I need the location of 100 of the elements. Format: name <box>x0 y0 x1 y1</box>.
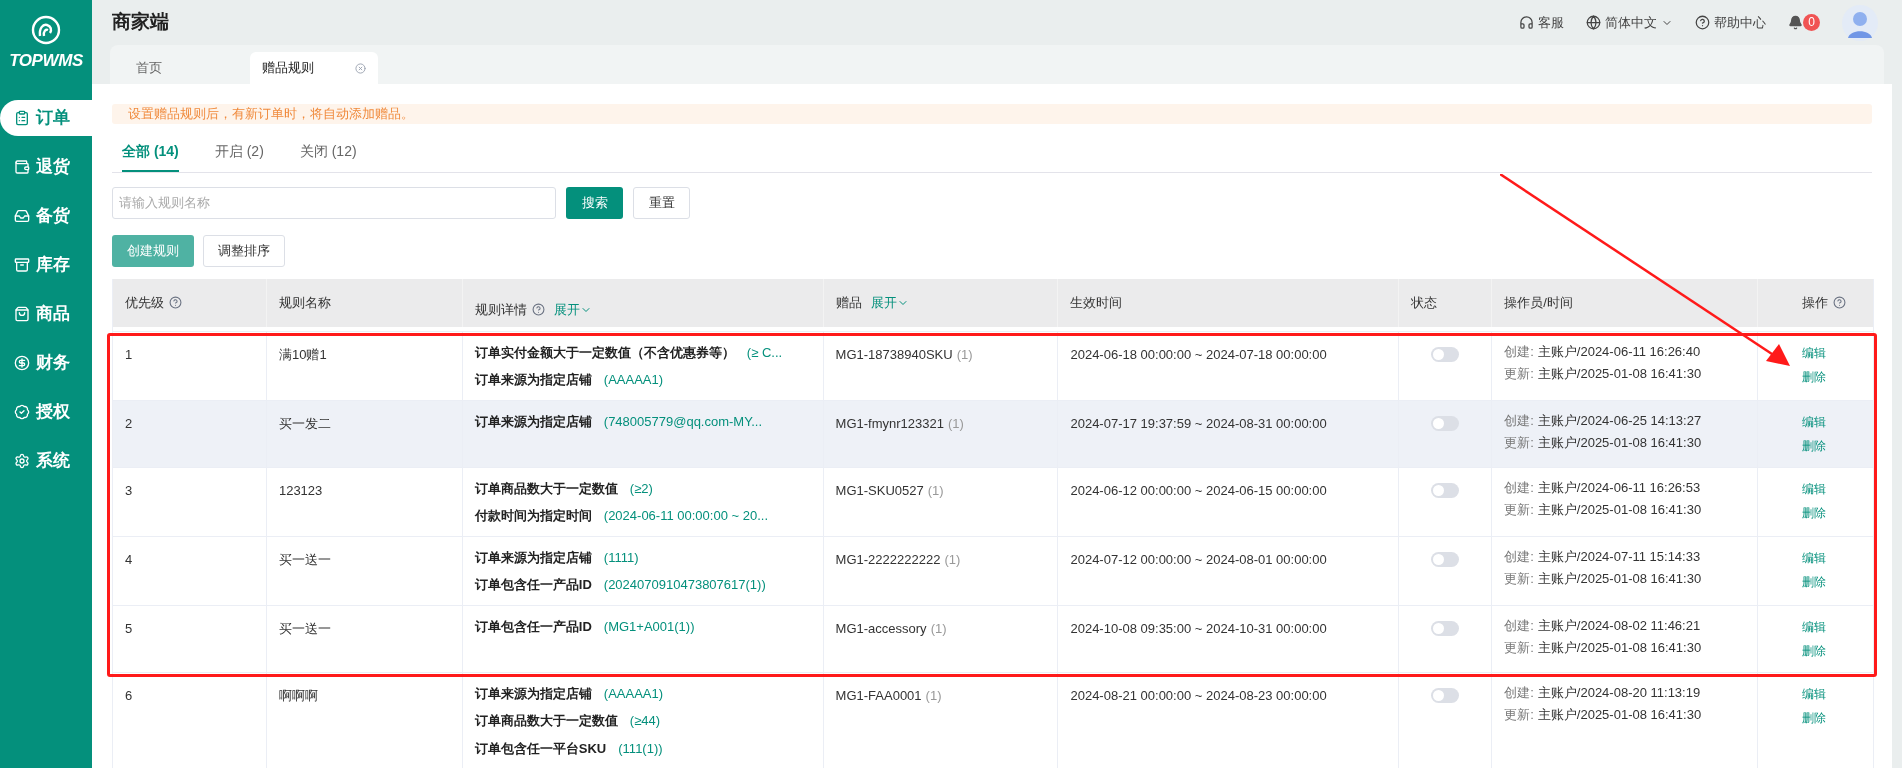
created-info: 主账户/2024-06-11 16:26:53 <box>1537 478 1701 497</box>
avatar-icon[interactable] <box>1842 4 1878 41</box>
headset-icon <box>1519 15 1535 30</box>
delete-link[interactable]: 删除 <box>1802 503 1827 522</box>
status-tab[interactable]: 全部 (14) <box>122 140 179 172</box>
created-label: 创建: <box>1504 411 1534 430</box>
expand-link[interactable]: 展开 <box>870 292 909 313</box>
status-toggle[interactable] <box>1431 620 1460 636</box>
table-cell: 买一送一 <box>278 551 331 567</box>
edit-link[interactable]: 编辑 <box>1802 684 1827 703</box>
table-cell: 2024-08-21 00:00:00 ~ 2024-08-23 00:00:00 <box>1070 687 1327 703</box>
sidebar-item[interactable]: 订单 <box>0 99 92 136</box>
table-cell: 4 <box>125 551 133 567</box>
bag-icon <box>14 305 30 322</box>
table-cell: 满10赠1 <box>278 346 327 362</box>
rule-value: (1111) <box>603 548 639 567</box>
app-title: 商家端 <box>112 10 169 35</box>
updated-label: 更新: <box>1504 434 1534 452</box>
updated-label: 更新: <box>1504 501 1534 519</box>
search-field[interactable]: 请输入规则名称 <box>112 186 556 219</box>
help-link[interactable]: 帮助中心 <box>1695 12 1767 33</box>
rule-value: (2024-06-11 00:00:00 ~ 20... <box>603 507 768 525</box>
updated-info: 主账户/2025-01-08 16:41:30 <box>1537 706 1702 724</box>
coin-icon <box>14 354 30 371</box>
updated-label: 更新: <box>1504 639 1534 657</box>
table-cell: 3 <box>125 482 133 498</box>
table-cell: 2 <box>125 415 133 431</box>
edit-link[interactable]: 编辑 <box>1802 617 1827 636</box>
table-cell: 2024-07-17 19:37:59 ~ 2024-08-31 00:00:00 <box>1070 415 1327 431</box>
delete-link[interactable]: 删除 <box>1802 641 1827 660</box>
rule-condition: 订单来源为指定店铺 <box>474 684 592 703</box>
rule-value: (111(1)) <box>618 739 663 758</box>
table-cell: 5 <box>125 620 133 636</box>
status-toggle[interactable] <box>1431 415 1460 431</box>
status-tab[interactable]: 关闭 (12) <box>299 140 357 172</box>
delete-link[interactable]: 删除 <box>1802 572 1827 591</box>
sidebar-item[interactable]: 库存 <box>0 246 92 283</box>
status-tab[interactable]: 开启 (2) <box>214 140 264 172</box>
created-info: 主账户/2024-06-25 14:13:27 <box>1537 411 1702 430</box>
table-cell: 啊啊啊 <box>278 687 318 703</box>
status-toggle[interactable] <box>1431 482 1460 498</box>
delete-link[interactable]: 删除 <box>1802 436 1827 455</box>
language-dropdown[interactable]: 简体中文 <box>1586 12 1674 33</box>
rule-condition: 订单来源为指定店铺 <box>474 371 592 389</box>
settings-icon <box>14 452 30 469</box>
delete-link[interactable]: 删除 <box>1802 708 1827 727</box>
globe-icon <box>1586 15 1602 30</box>
page-tab[interactable]: 赠品规则 <box>250 52 378 84</box>
rule-value: (748005779@qq.com-MY... <box>603 412 763 431</box>
gift-sku: MG1-18738940SKU <box>835 345 953 364</box>
tray-icon <box>14 207 30 224</box>
wallet-icon <box>14 158 30 175</box>
rule-value: (AAAAA1) <box>603 684 664 703</box>
edit-link[interactable]: 编辑 <box>1802 343 1827 362</box>
help-icon <box>1695 15 1711 30</box>
edit-link[interactable]: 编辑 <box>1802 412 1827 431</box>
delete-link[interactable]: 删除 <box>1802 367 1827 386</box>
info-alert: 设置赠品规则后，有新订单时，将自动添加赠品。 <box>112 104 1872 124</box>
rule-value: (MG1+A001(1)) <box>603 617 695 636</box>
edit-link[interactable]: 编辑 <box>1802 548 1827 567</box>
close-icon[interactable] <box>355 62 366 74</box>
sidebar-item[interactable]: 备货 <box>0 197 92 234</box>
table-cell: 2024-10-08 09:35:00 ~ 2024-10-31 00:00:00 <box>1070 620 1327 636</box>
notification-badge: 0 <box>1803 14 1820 31</box>
updated-label: 更新: <box>1504 570 1534 588</box>
status-toggle[interactable] <box>1431 551 1460 567</box>
sidebar-item[interactable]: 退货 <box>0 148 92 185</box>
updated-info: 主账户/2025-01-08 16:41:30 <box>1537 570 1702 588</box>
bell-icon[interactable] <box>1788 15 1804 30</box>
column-header: 优先级 <box>125 293 164 312</box>
sidebar-item[interactable]: 财务 <box>0 344 92 381</box>
expand-link[interactable]: 展开 <box>553 299 592 320</box>
rule-condition: 订单实付金额大于一定数值（不含优惠券等） <box>474 343 735 362</box>
service-link[interactable]: 客服 <box>1519 12 1565 33</box>
created-info: 主账户/2024-06-11 16:26:40 <box>1537 342 1701 361</box>
created-info: 主账户/2024-07-11 15:14:33 <box>1537 547 1701 566</box>
gift-sku: MG1-accessory <box>835 619 927 638</box>
rule-condition: 订单包含任一产品ID <box>474 576 592 594</box>
badge-icon <box>14 403 30 420</box>
rule-condition: 订单包含任一产品ID <box>474 617 592 636</box>
status-toggle[interactable] <box>1431 687 1460 703</box>
reorder-button[interactable]: 调整排序 <box>203 234 285 267</box>
column-header: 规则名称 <box>278 293 331 312</box>
column-header: 状态 <box>1411 293 1438 312</box>
column-header: 规则详情 <box>474 300 527 319</box>
sidebar-item[interactable]: 系统 <box>0 442 92 479</box>
sidebar-item[interactable]: 商品 <box>0 295 92 332</box>
rule-value: (AAAAA1) <box>603 371 664 389</box>
reset-button[interactable]: 重置 <box>633 186 690 219</box>
create-rule-button[interactable]: 创建规则 <box>112 234 194 267</box>
page-tab[interactable]: 首页 <box>110 52 250 84</box>
table-cell: 2024-06-18 00:00:00 ~ 2024-07-18 00:00:00 <box>1070 346 1327 362</box>
updated-info: 主账户/2025-01-08 16:41:30 <box>1537 434 1702 452</box>
rule-condition: 订单来源为指定店铺 <box>474 548 592 567</box>
sidebar-item[interactable]: 授权 <box>0 393 92 430</box>
search-button[interactable]: 搜索 <box>566 186 623 219</box>
column-header: 生效时间 <box>1070 293 1123 312</box>
edit-link[interactable]: 编辑 <box>1802 479 1827 498</box>
status-toggle[interactable] <box>1431 346 1460 362</box>
column-header: 赠品 <box>835 293 862 312</box>
